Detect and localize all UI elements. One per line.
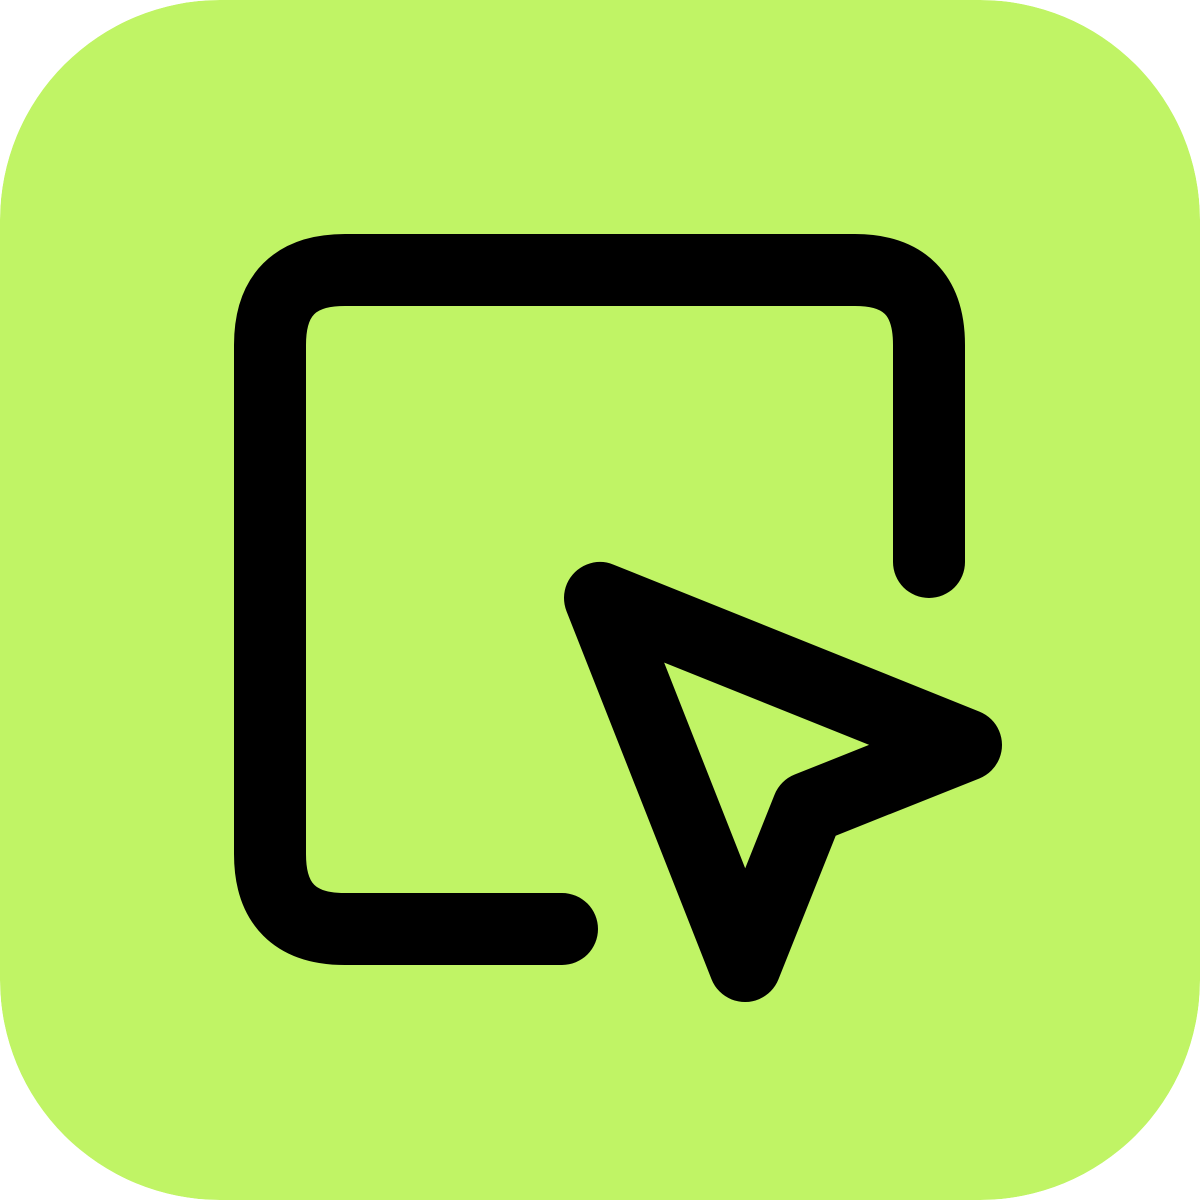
select-area-cursor-icon: [0, 0, 1200, 1200]
app-icon: [0, 0, 1200, 1200]
